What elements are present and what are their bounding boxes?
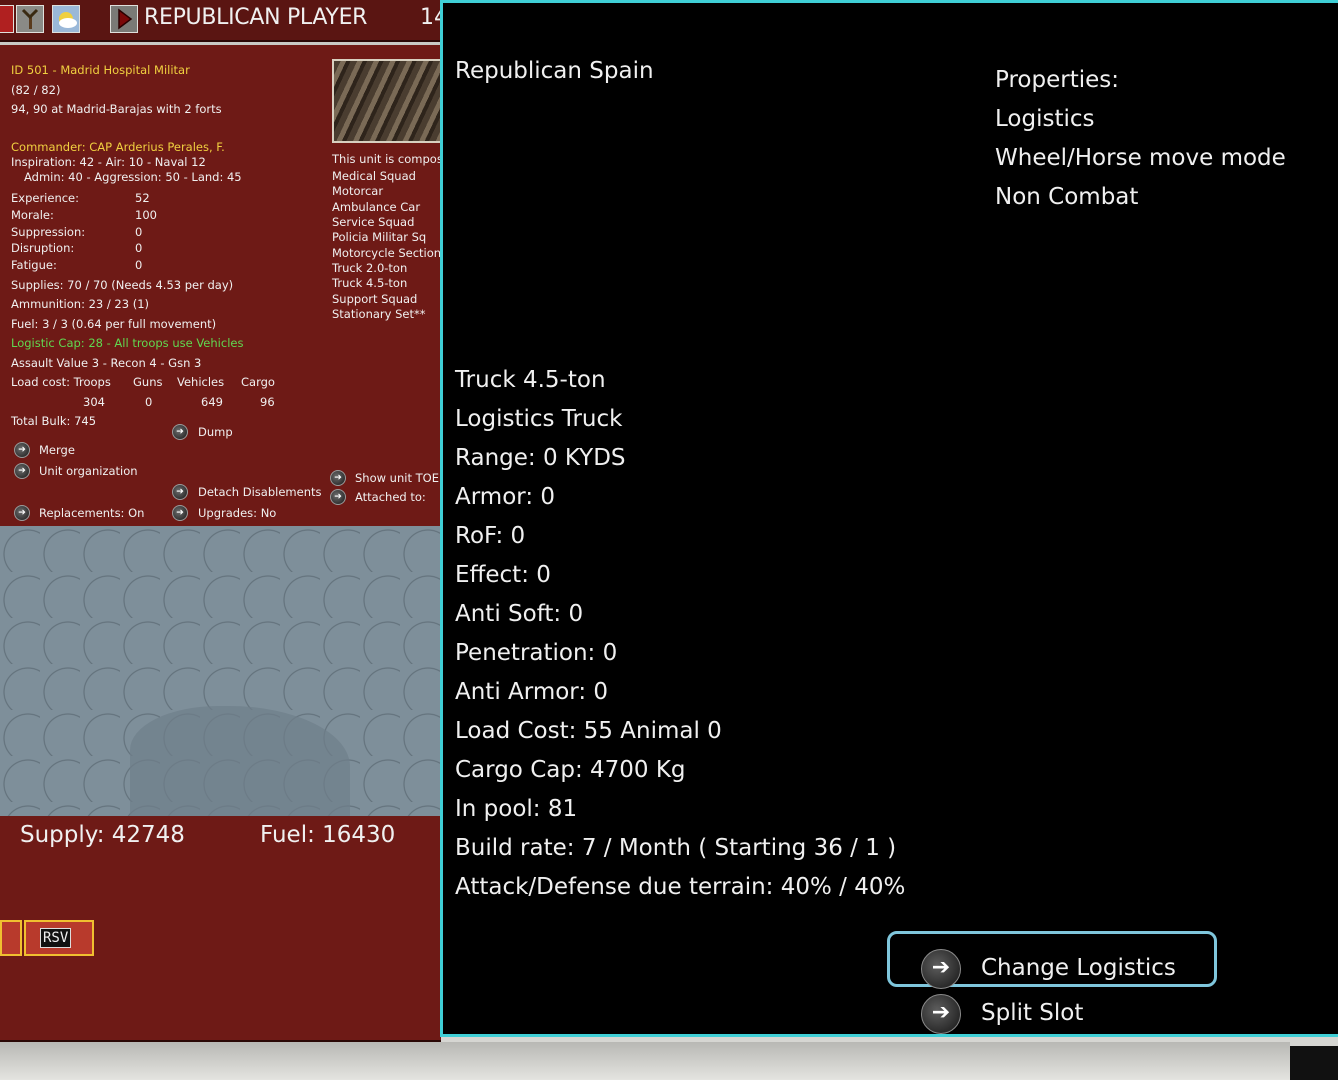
arrow-button-icon[interactable]: ➔ <box>172 484 188 500</box>
stat-anti-soft: Anti Soft: 0 <box>455 601 584 627</box>
supply-total: Supply: 42748 <box>20 822 185 848</box>
composition-item[interactable]: Truck 2.0-ton <box>332 261 407 275</box>
replacements-toggle[interactable]: Replacements: On <box>39 506 144 520</box>
stat-load-cost: Load Cost: 55 Animal 0 <box>455 718 722 744</box>
unit-organization-button[interactable]: Unit organization <box>39 464 138 478</box>
nation-name: Republican Spain <box>455 58 654 84</box>
composition-item[interactable]: Motorcar <box>332 184 383 198</box>
composition-item[interactable]: Stationary Set** <box>332 307 426 321</box>
properties-title: Properties: <box>995 67 1119 93</box>
stat-label: Morale: <box>11 208 54 222</box>
unit-fuel: Fuel: 3 / 3 (0.64 per full movement) <box>11 317 217 331</box>
unit-photo <box>332 59 441 143</box>
play-turn-icon[interactable] <box>110 5 138 33</box>
element-name: Truck 4.5-ton <box>455 367 606 393</box>
show-unit-toe-button[interactable]: Show unit TOE <box>355 471 439 485</box>
top-toolbar: REPUBLICAN PLAYER 14 <box>0 0 448 42</box>
arrow-button-icon[interactable]: ➔ <box>14 442 30 458</box>
element-detail-panel: Republican Spain Properties: Logistics W… <box>440 0 1338 1037</box>
stat-label: Experience: <box>11 191 80 205</box>
fuel-total: Fuel: 16430 <box>260 822 396 848</box>
corner-box <box>1290 1046 1338 1080</box>
toolbar-button-red[interactable] <box>0 5 14 33</box>
stat-range: Range: 0 KYDS <box>455 445 626 471</box>
dump-button[interactable]: Dump <box>198 425 233 439</box>
unit-supplies: Supplies: 70 / 70 (Needs 4.53 per day) <box>11 278 234 292</box>
change-logistics-button[interactable]: Change Logistics <box>981 953 1176 983</box>
unit-counter[interactable] <box>0 920 22 956</box>
stat-build-rate: Build rate: 7 / Month ( Starting 36 / 1 … <box>455 835 897 861</box>
logistic-cap: Logistic Cap: 28 - All troops use Vehicl… <box>11 336 244 350</box>
load-header-cargo: Cargo <box>241 375 275 389</box>
composition-item[interactable]: Motorcycle Section <box>332 246 441 260</box>
composition-item[interactable]: Medical Squad <box>332 169 416 183</box>
unit-location: 94, 90 at Madrid-Barajas with 2 forts <box>11 102 222 116</box>
split-slot-button[interactable]: Split Slot <box>981 998 1083 1028</box>
composition-item[interactable]: Truck 4.5-ton <box>332 276 407 290</box>
tree-icon[interactable] <box>16 5 44 33</box>
assault-value: Assault Value 3 - Recon 4 - Gsn 3 <box>11 356 202 370</box>
unit-counter-rsv[interactable]: RSV <box>24 920 94 956</box>
stat-value: 100 <box>135 208 157 222</box>
stat-label: Suppression: <box>11 225 86 239</box>
arrow-button-icon[interactable]: ➔ <box>330 470 346 486</box>
arrow-button-icon[interactable]: ➔ <box>14 505 30 521</box>
property-item: Wheel/Horse move mode <box>995 145 1286 171</box>
counter-label: RSV <box>40 928 72 948</box>
resource-panel: Supply: 42748 Fuel: 16430 RSV <box>0 816 441 1042</box>
player-title: REPUBLICAN PLAYER <box>144 5 368 30</box>
stat-value: 0 <box>135 241 143 255</box>
detach-disablements-button[interactable]: Detach Disablements <box>198 485 321 499</box>
merge-button[interactable]: Merge <box>39 443 75 457</box>
element-type: Logistics Truck <box>455 406 623 432</box>
stat-rof: RoF: 0 <box>455 523 526 549</box>
load-value-guns: 0 <box>145 395 153 409</box>
stat-value: 0 <box>135 225 143 239</box>
load-header-guns: Guns <box>133 375 163 389</box>
map-terrain <box>130 706 350 816</box>
stat-value: 52 <box>135 191 150 205</box>
hex-map[interactable] <box>0 526 441 816</box>
stat-penetration: Penetration: 0 <box>455 640 618 666</box>
load-value-troops: 304 <box>83 395 105 409</box>
weather-icon[interactable] <box>52 5 80 33</box>
stat-cargo-cap: Cargo Cap: 4700 Kg <box>455 757 686 783</box>
stat-armor: Armor: 0 <box>455 484 556 510</box>
upgrades-toggle[interactable]: Upgrades: No <box>198 506 276 520</box>
stat-terrain-modifier: Attack/Defense due terrain: 40% / 40% <box>455 874 906 900</box>
arrow-button-icon[interactable]: ➔ <box>172 424 188 440</box>
unit-ammunition: Ammunition: 23 / 23 (1) <box>11 297 149 311</box>
stat-label: Disruption: <box>11 241 75 255</box>
unit-strength: (82 / 82) <box>11 83 61 97</box>
arrow-button-icon[interactable]: ➔ <box>330 489 346 505</box>
stat-in-pool: In pool: 81 <box>455 796 578 822</box>
composition-item[interactable]: Ambulance Car <box>332 200 420 214</box>
arrow-button-icon[interactable]: ➔ <box>172 505 188 521</box>
stat-anti-armor: Anti Armor: 0 <box>455 679 609 705</box>
arrow-button-icon[interactable]: ➔ <box>921 949 961 989</box>
stat-label: Fatigue: <box>11 258 57 272</box>
unit-info-panel: ID 501 - Madrid Hospital Militar (82 / 8… <box>0 42 441 526</box>
stat-effect: Effect: 0 <box>455 562 551 588</box>
screen-bottom-strip <box>0 1042 1290 1080</box>
arrow-button-icon[interactable]: ➔ <box>921 994 961 1034</box>
commander-ratings-1: Inspiration: 42 - Air: 10 - Naval 12 <box>11 155 206 169</box>
commander-name[interactable]: Commander: CAP Arderius Perales, F. <box>11 140 225 154</box>
property-item: Non Combat <box>995 184 1139 210</box>
unit-id: ID 501 - Madrid Hospital Militar <box>11 63 190 77</box>
stat-value: 0 <box>135 258 143 272</box>
load-header-vehicles: Vehicles <box>177 375 225 389</box>
property-item: Logistics <box>995 106 1095 132</box>
composition-item[interactable]: Policia Militar Sq <box>332 230 426 244</box>
arrow-button-icon[interactable]: ➔ <box>14 463 30 479</box>
total-bulk: Total Bulk: 745 <box>11 414 97 428</box>
load-value-cargo: 96 <box>260 395 275 409</box>
attached-to-button[interactable]: Attached to: <box>355 490 426 504</box>
commander-ratings-2: Admin: 40 - Aggression: 50 - Land: 45 <box>24 170 242 184</box>
composition-item[interactable]: Service Squad <box>332 215 414 229</box>
load-cost-label: Load cost: Troops <box>11 375 111 389</box>
composition-item[interactable]: Support Squad <box>332 292 417 306</box>
load-value-vehicles: 649 <box>201 395 223 409</box>
composition-intro: This unit is compos <box>332 152 441 166</box>
